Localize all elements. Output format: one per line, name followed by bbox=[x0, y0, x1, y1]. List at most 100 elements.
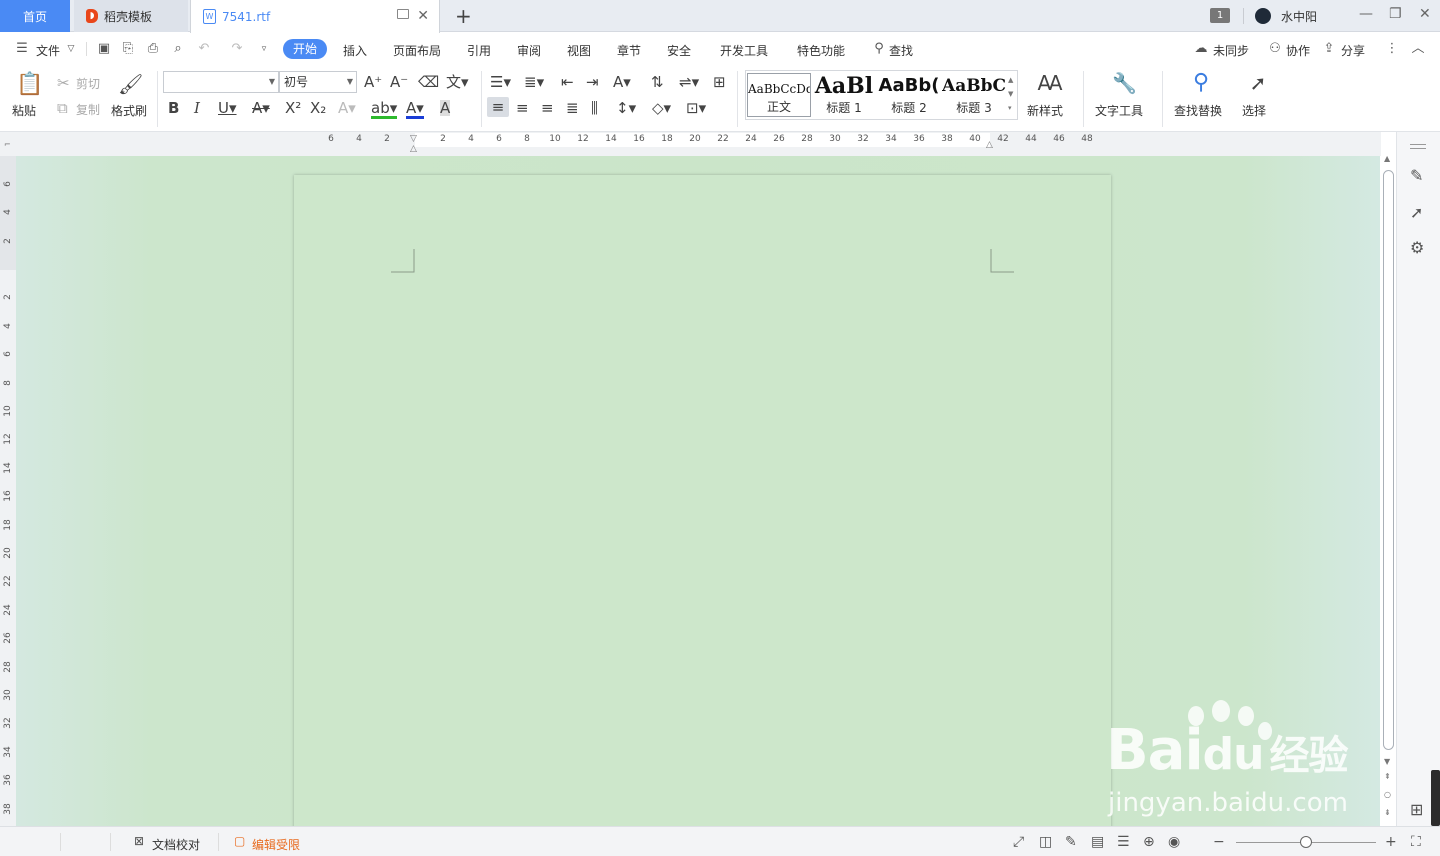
align-right-icon[interactable]: ≡ bbox=[541, 100, 554, 116]
restore-button[interactable]: ❐ bbox=[1389, 6, 1402, 22]
shading-icon[interactable]: ◇▾ bbox=[652, 100, 671, 116]
tab-document[interactable]: W 7541.rtf ✕ bbox=[190, 0, 440, 33]
zoom-out-icon[interactable]: − bbox=[1213, 834, 1225, 850]
prev-page-icon[interactable]: ⇞ bbox=[1384, 772, 1391, 781]
increase-indent-icon[interactable]: ⇥ bbox=[586, 74, 599, 90]
table-icon[interactable]: ⊞ bbox=[713, 74, 726, 90]
distribute-icon[interactable]: ⫼ bbox=[591, 100, 598, 116]
style-scroll-icon[interactable]: ▲ ▼ ▾ bbox=[1008, 73, 1013, 115]
new-style-icon[interactable]: Ꜳ bbox=[1036, 71, 1064, 95]
copy-icon[interactable]: ⧉ bbox=[57, 100, 68, 116]
italic-icon[interactable]: I bbox=[194, 100, 200, 116]
collaborate-icon[interactable]: ⚇ bbox=[1268, 42, 1282, 56]
paste-icon[interactable]: 📋 bbox=[16, 73, 43, 97]
share-icon[interactable]: ⇪ bbox=[1322, 42, 1336, 56]
format-painter-icon[interactable]: 🖌 bbox=[118, 73, 143, 95]
zoom-slider-knob[interactable] bbox=[1300, 836, 1312, 848]
hamburger-menu-icon[interactable]: ☰ bbox=[15, 42, 29, 56]
font-color-icon[interactable]: A▾ bbox=[406, 100, 424, 119]
minimize-button[interactable]: — bbox=[1359, 6, 1373, 22]
proofread-icon[interactable]: ⊠ bbox=[134, 834, 144, 848]
print-preview-icon[interactable]: ⌕ bbox=[171, 42, 185, 56]
style-heading-3[interactable]: AaBbC 标题 3 bbox=[942, 73, 1006, 117]
collapse-ribbon-icon[interactable]: ︿ bbox=[1411, 42, 1425, 56]
panel-handle-icon[interactable] bbox=[1410, 144, 1426, 145]
numbered-list-icon[interactable]: ≣▾ bbox=[524, 74, 544, 90]
select-browse-icon[interactable]: ○ bbox=[1384, 790, 1391, 799]
redo-icon[interactable]: ↷ bbox=[230, 42, 244, 56]
more-icon[interactable]: ⋮ bbox=[1385, 42, 1399, 56]
scrollbar-thumb[interactable] bbox=[1383, 170, 1394, 750]
text-effect-icon[interactable]: A▾ bbox=[338, 100, 356, 116]
chevron-down-icon[interactable]: ▽ bbox=[64, 42, 78, 56]
magnifier-icon[interactable]: ⚲ bbox=[1188, 71, 1214, 95]
decrease-indent-icon[interactable]: ⇤ bbox=[561, 74, 574, 90]
print-icon[interactable]: ⎙ bbox=[146, 42, 160, 56]
paste-button[interactable]: 粘贴 bbox=[12, 102, 36, 119]
wrench-icon[interactable]: 🔧 bbox=[1112, 71, 1137, 95]
sync-status[interactable]: 未同步 bbox=[1213, 42, 1249, 59]
cursor-icon[interactable]: ➚ bbox=[1410, 203, 1423, 222]
phonetic-guide-icon[interactable]: 文▾ bbox=[446, 74, 469, 90]
close-window-button[interactable]: ✕ bbox=[1419, 6, 1431, 22]
fit-window-icon[interactable]: ⛶ bbox=[1411, 834, 1421, 850]
text-tools-button[interactable]: 文字工具 bbox=[1095, 102, 1143, 119]
pin-icon[interactable] bbox=[397, 9, 409, 19]
shrink-font-icon[interactable]: A⁻ bbox=[390, 74, 408, 90]
indent-marker-icon[interactable]: △ bbox=[410, 144, 417, 154]
superscript-icon[interactable]: X² bbox=[285, 100, 301, 116]
line-spacing-icon[interactable]: ↕▾ bbox=[616, 100, 636, 116]
tab-template[interactable]: ◗ 稻壳模板 bbox=[74, 0, 188, 32]
share-button[interactable]: 分享 bbox=[1341, 42, 1365, 59]
read-mode-icon[interactable]: ◫ bbox=[1039, 834, 1052, 850]
justify-icon[interactable]: ≣ bbox=[566, 100, 579, 116]
tab-page-layout[interactable]: 页面布局 bbox=[393, 42, 441, 59]
window-count-badge[interactable]: 1 bbox=[1210, 8, 1230, 23]
cursor-select-icon[interactable]: ➚ bbox=[1247, 71, 1269, 95]
bullet-list-icon[interactable]: ☰▾ bbox=[490, 74, 511, 90]
outline-view-icon[interactable]: ☰ bbox=[1117, 834, 1130, 850]
right-indent-marker-icon[interactable]: △ bbox=[986, 140, 993, 150]
cloud-sync-icon[interactable]: ☁ bbox=[1194, 42, 1208, 56]
style-normal[interactable]: AaBbCcDd 正文 bbox=[747, 73, 811, 117]
eye-protection-icon[interactable]: ◉ bbox=[1168, 834, 1180, 850]
new-tab-button[interactable]: + bbox=[455, 4, 472, 28]
sort-icon[interactable]: ⇅ bbox=[651, 74, 664, 90]
tab-references[interactable]: 引用 bbox=[467, 42, 491, 59]
tab-view[interactable]: 视图 bbox=[567, 42, 591, 59]
apps-grid-icon[interactable]: ⊞ bbox=[1410, 800, 1423, 819]
tab-chapter[interactable]: 章节 bbox=[617, 42, 641, 59]
cut-icon[interactable]: ✂ bbox=[57, 75, 70, 91]
search-button[interactable]: 查找 bbox=[889, 42, 913, 59]
strikethrough-icon[interactable]: A▾ bbox=[252, 100, 270, 116]
tab-security[interactable]: 安全 bbox=[667, 42, 691, 59]
underline-icon[interactable]: U▾ bbox=[218, 100, 237, 116]
page-view-icon[interactable]: ▤ bbox=[1091, 834, 1104, 850]
tab-review[interactable]: 审阅 bbox=[517, 42, 541, 59]
restricted-edit-button[interactable]: 编辑受限 bbox=[252, 836, 300, 853]
document-page[interactable] bbox=[294, 175, 1111, 835]
style-heading-2[interactable]: AaBb( 标题 2 bbox=[877, 73, 941, 117]
avatar[interactable] bbox=[1255, 8, 1271, 24]
collaborate-button[interactable]: 协作 bbox=[1286, 42, 1310, 59]
grow-font-icon[interactable]: A⁺ bbox=[364, 74, 382, 90]
new-style-button[interactable]: 新样式 bbox=[1027, 102, 1063, 119]
format-painter-button[interactable]: 格式刷 bbox=[111, 102, 147, 119]
select-button[interactable]: 选择 bbox=[1242, 102, 1266, 119]
tab-insert[interactable]: 插入 bbox=[343, 42, 367, 59]
scroll-up-icon[interactable]: ▲ bbox=[1384, 154, 1390, 163]
subscript-icon[interactable]: X₂ bbox=[310, 100, 326, 116]
style-heading-1[interactable]: AaBl 标题 1 bbox=[812, 73, 876, 117]
pen-icon[interactable]: ✎ bbox=[1410, 166, 1423, 185]
chinese-layout-icon[interactable]: A▾ bbox=[613, 74, 631, 90]
tab-home[interactable]: 首页 bbox=[0, 0, 70, 32]
find-replace-button[interactable]: 查找替换 bbox=[1174, 102, 1222, 119]
menu-file[interactable]: 文件 bbox=[36, 42, 60, 59]
tab-developer[interactable]: 开发工具 bbox=[720, 42, 768, 59]
tab-features[interactable]: 特色功能 bbox=[797, 42, 845, 59]
undo-icon[interactable]: ↶ bbox=[197, 42, 211, 56]
fullscreen-icon[interactable]: ⤢ bbox=[1013, 834, 1024, 850]
cut-button[interactable]: 剪切 bbox=[76, 75, 100, 92]
save-icon[interactable]: ▣ bbox=[97, 42, 111, 56]
char-shading-icon[interactable]: A bbox=[440, 100, 451, 116]
